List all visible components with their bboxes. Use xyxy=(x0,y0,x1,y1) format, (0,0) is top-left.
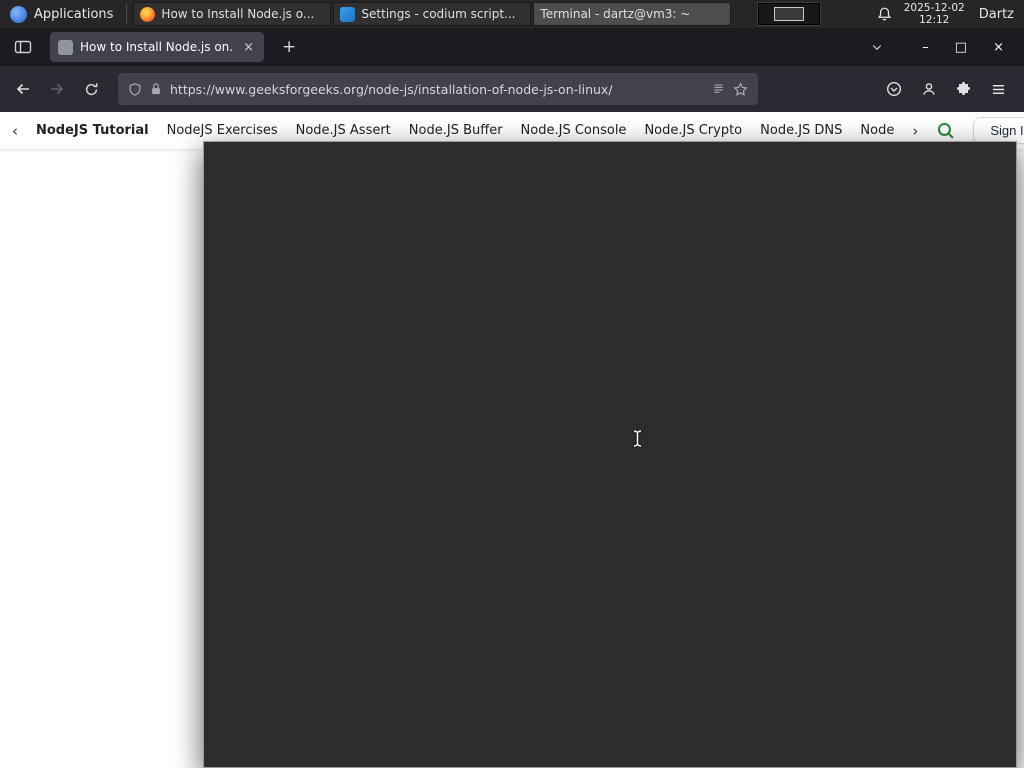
browser-tab[interactable]: How to Install Node.js on... × xyxy=(50,32,264,62)
nav-scroll-right-icon[interactable]: › xyxy=(912,122,918,140)
nav-item[interactable]: Node.JS Console xyxy=(521,123,627,138)
navigation-toolbar: https://www.geeksforgeeks.org/node-js/in… xyxy=(0,66,1024,112)
nav-scroll-left-icon[interactable]: ‹ xyxy=(12,122,18,140)
nav-item[interactable]: Node xyxy=(860,123,894,138)
window-minimize-button[interactable]: – xyxy=(922,40,929,55)
reload-button[interactable] xyxy=(76,74,106,104)
url-text[interactable]: https://www.geeksforgeeks.org/node-js/in… xyxy=(170,82,704,97)
workspace-switcher[interactable] xyxy=(757,2,822,26)
window-button-label: How to Install Node.js o... xyxy=(161,7,315,21)
window-button-label: Terminal - dartz@vm3: ~ xyxy=(540,7,691,21)
panel-separator xyxy=(126,4,128,24)
reader-mode-icon[interactable] xyxy=(712,83,725,96)
workspace-thumbnail xyxy=(774,7,805,21)
toolbar-right-icons xyxy=(886,81,1006,97)
forward-button[interactable] xyxy=(42,74,72,104)
account-icon[interactable] xyxy=(921,81,937,97)
applications-menu-icon xyxy=(10,5,27,23)
tab-title: How to Install Node.js on... xyxy=(80,40,235,54)
search-button[interactable] xyxy=(936,121,955,140)
nav-item[interactable]: Node.JS Assert xyxy=(296,123,391,138)
panel-status-area: 2025-12-02 12:12 Dartz xyxy=(877,2,1024,27)
bookmark-star-icon[interactable] xyxy=(733,81,748,97)
lock-icon[interactable] xyxy=(150,82,162,96)
window-close-button[interactable]: × xyxy=(993,40,1004,55)
reload-icon xyxy=(85,82,97,95)
nav-item[interactable]: NodeJS Exercises xyxy=(167,123,278,138)
tab-bar: How to Install Node.js on... × + – □ × xyxy=(0,28,1024,66)
window-maximize-button[interactable]: □ xyxy=(955,40,967,55)
back-button[interactable] xyxy=(8,74,38,104)
back-arrow-icon xyxy=(16,83,29,95)
clock: 2025-12-02 12:12 xyxy=(904,2,965,27)
top-panel: Applications How to Install Node.js o...… xyxy=(0,0,1024,768)
new-tab-button[interactable]: + xyxy=(276,37,302,57)
chevron-down-icon xyxy=(873,45,882,51)
url-bar[interactable]: https://www.geeksforgeeks.org/node-js/in… xyxy=(118,73,758,105)
list-all-tabs-button[interactable] xyxy=(864,34,890,60)
notification-bell-icon[interactable] xyxy=(877,6,892,22)
nav-item[interactable]: NodeJS Tutorial xyxy=(36,123,149,138)
nav-item[interactable]: Node.JS Buffer xyxy=(409,123,503,138)
firefox-icon xyxy=(140,6,156,22)
tab-close-icon[interactable]: × xyxy=(241,40,256,55)
menu-hamburger-icon[interactable] xyxy=(991,82,1006,97)
firefox-view-icon xyxy=(14,40,32,54)
window-button[interactable]: How to Install Node.js o... xyxy=(133,2,332,26)
shield-icon[interactable] xyxy=(128,82,142,97)
site-nav-items: NodeJS Tutorial NodeJS Exercises Node.JS… xyxy=(36,123,894,138)
clock-time: 12:12 xyxy=(919,14,950,26)
forward-arrow-icon xyxy=(51,83,64,95)
pocket-icon[interactable] xyxy=(886,81,902,97)
sign-in-button[interactable]: Sign In xyxy=(973,117,1024,144)
terminal-icon xyxy=(203,141,1017,768)
clock-date: 2025-12-02 xyxy=(903,1,965,14)
firefox-view-button[interactable] xyxy=(10,34,36,60)
window-button-label: Settings - codium script... xyxy=(361,7,516,21)
window-button[interactable]: Settings - codium script... xyxy=(333,2,532,26)
applications-button[interactable]: Applications xyxy=(0,0,123,28)
username-label: Dartz xyxy=(978,6,1014,22)
nav-item[interactable]: Node.JS DNS xyxy=(760,123,842,138)
site-favicon xyxy=(58,39,73,55)
window-controls: – □ × xyxy=(922,40,1004,55)
window-button-list: How to Install Node.js o... Settings - c… xyxy=(132,0,1017,768)
codium-icon xyxy=(340,6,356,22)
applications-label: Applications xyxy=(34,6,114,22)
search-icon xyxy=(938,122,954,139)
extensions-puzzle-icon[interactable] xyxy=(956,81,972,97)
nav-item[interactable]: Node.JS Crypto xyxy=(644,123,742,138)
window-button[interactable]: Terminal - dartz@vm3: ~ xyxy=(203,2,1017,768)
